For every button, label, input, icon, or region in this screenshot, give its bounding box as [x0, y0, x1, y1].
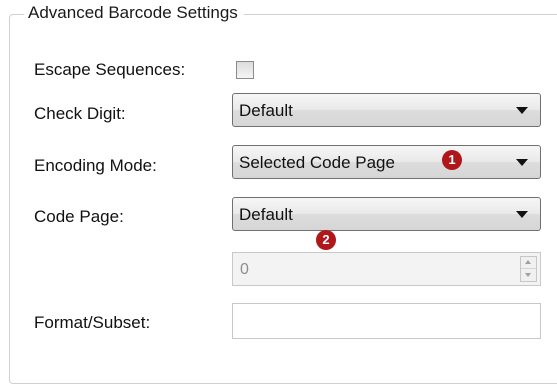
encoding-mode-value: Selected Code Page — [239, 153, 395, 172]
group-title: Advanced Barcode Settings — [24, 3, 244, 23]
spin-buttons — [520, 256, 537, 282]
escape-sequences-checkbox[interactable] — [236, 61, 254, 79]
check-digit-value: Default — [239, 101, 293, 120]
spin-up-icon[interactable] — [521, 257, 536, 269]
spin-down-icon[interactable] — [521, 269, 536, 281]
encoding-mode-dropdown[interactable]: Selected Code Page — [232, 145, 541, 179]
code-page-value: Default — [239, 205, 293, 224]
chevron-down-icon — [516, 211, 528, 218]
chevron-down-icon — [516, 107, 528, 114]
format-subset-label: Format/Subset: — [34, 313, 151, 332]
check-digit-label: Check Digit: — [34, 104, 126, 123]
check-digit-dropdown[interactable]: Default — [232, 93, 541, 127]
escape-sequences-label: Escape Sequences: — [34, 60, 186, 79]
code-page-dropdown[interactable]: Default — [232, 197, 541, 231]
code-page-label: Code Page: — [34, 207, 124, 226]
callout-badge-2: 2 — [316, 230, 336, 250]
chevron-down-icon — [516, 159, 528, 166]
code-page-number-spinner[interactable]: 0 — [232, 252, 541, 286]
spinner-value: 0 — [240, 261, 249, 278]
encoding-mode-label: Encoding Mode: — [34, 156, 157, 175]
format-subset-input[interactable] — [232, 303, 541, 339]
callout-badge-1: 1 — [442, 150, 462, 170]
